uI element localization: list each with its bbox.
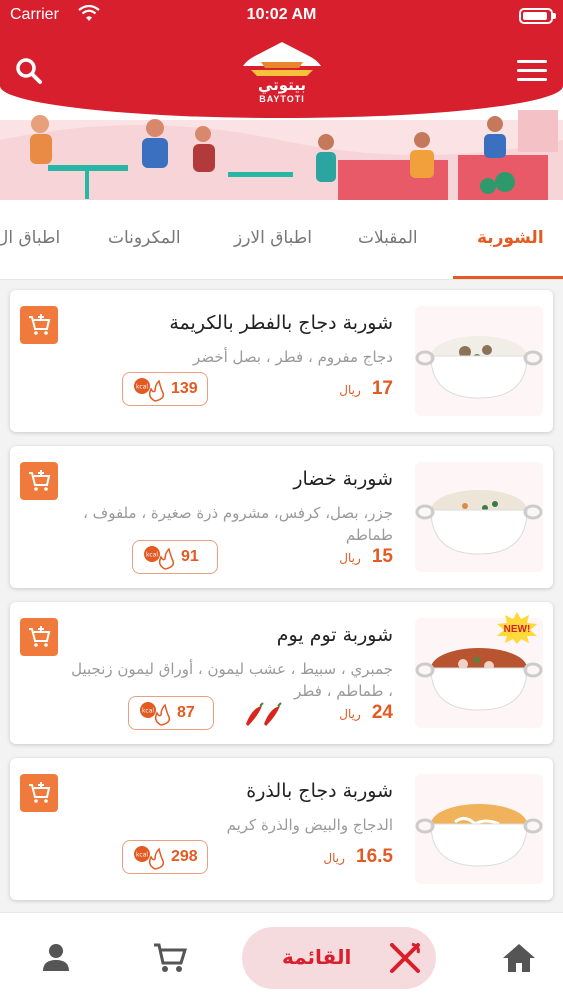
menu-item-card[interactable]: NEW! شوربة توم يوم جمبري ، سبيط ، عشب لي… — [10, 602, 553, 744]
tab-rice-dishes[interactable]: اطباق الارز — [234, 228, 312, 248]
calorie-badge: kcal 91 — [132, 540, 218, 574]
pagoda-roof-icon — [243, 42, 321, 76]
menu-item-card[interactable]: شوربة دجاج بالذرة الدجاج والبيض والذرة ك… — [10, 758, 553, 900]
svg-text:kcal: kcal — [142, 708, 154, 715]
item-name: شوربة دجاج بالفطر بالكريمة — [169, 312, 393, 334]
item-price: 16.5 — [356, 846, 393, 867]
profile-button[interactable] — [40, 941, 72, 975]
add-cart-icon — [29, 470, 51, 491]
bottom-navigation: القائمة — [0, 912, 563, 1000]
soup-bowl-image — [415, 306, 543, 416]
add-cart-icon — [29, 314, 51, 335]
item-kcal: 139 — [171, 380, 198, 397]
calorie-badge: kcal 298 — [122, 840, 208, 874]
menu-item-list: شوربة دجاج بالفطر بالكريمة دجاج مفروم ، … — [0, 280, 563, 912]
profile-icon — [43, 944, 69, 971]
item-price-group: 17 ريال — [339, 378, 393, 400]
svg-text:kcal: kcal — [146, 552, 158, 559]
item-kcal: 298 — [171, 848, 198, 865]
item-name: شوربة خضار — [293, 468, 393, 490]
item-description: دجاج مفروم ، فطر ، بصل أخضر — [193, 348, 393, 366]
search-button[interactable] — [14, 56, 46, 88]
calorie-badge: kcal 139 — [122, 372, 208, 406]
menu-item-card[interactable]: شوربة خضار جزر، بصل، كرفس، مشروم ذرة صغي… — [10, 446, 553, 588]
item-price-group: 15 ريال — [339, 546, 393, 568]
spicy-chili-icon — [246, 702, 282, 726]
item-description: جزر، بصل، كرفس، مشروم ذرة صغيرة ، ملفوف … — [83, 504, 393, 544]
home-icon — [503, 944, 535, 972]
tab-pasta[interactable]: المكرونات — [108, 228, 181, 248]
soup-bowl-icon — [415, 336, 543, 399]
tab-soups[interactable]: الشوربة — [477, 228, 544, 248]
cart-button[interactable] — [152, 941, 188, 975]
menu-tab-button[interactable]: القائمة — [242, 927, 436, 989]
restaurant-illustration — [0, 110, 563, 200]
svg-text:NEW!: NEW! — [504, 624, 531, 635]
tab-dishes[interactable]: اطباق ال — [0, 228, 60, 248]
soup-bowl-image — [415, 462, 543, 572]
flame-kcal-icon: kcal — [144, 546, 175, 570]
flame-kcal-icon: kcal — [140, 702, 171, 726]
flame-kcal-icon: kcal — [134, 846, 165, 870]
hamburger-line — [517, 60, 547, 63]
calorie-badge: kcal 87 — [128, 696, 214, 730]
menu-item-card[interactable]: شوربة دجاج بالفطر بالكريمة دجاج مفروم ، … — [10, 290, 553, 432]
item-currency: ريال — [323, 851, 345, 865]
search-icon — [16, 58, 42, 84]
hamburger-line — [517, 69, 547, 72]
hamburger-menu-button[interactable] — [517, 60, 547, 84]
soup-bowl-icon — [415, 490, 543, 555]
item-price: 24 — [371, 702, 393, 723]
soup-bowl-image — [415, 774, 543, 884]
active-tab-indicator — [453, 276, 563, 279]
flame-kcal-icon: kcal — [134, 378, 165, 402]
item-price-group: 24 ريال — [339, 702, 393, 724]
fork-knife-icon — [390, 942, 420, 973]
item-price: 15 — [371, 546, 393, 567]
item-kcal: 87 — [177, 704, 195, 721]
add-cart-icon — [29, 626, 51, 647]
item-currency: ريال — [339, 551, 361, 565]
new-badge-icon: NEW! — [497, 612, 537, 644]
cart-icon — [154, 943, 188, 972]
tab-appetizers[interactable]: المقبلات — [358, 228, 418, 248]
item-name: شوربة توم يوم — [276, 624, 393, 646]
item-currency: ريال — [339, 383, 361, 397]
item-description: جمبري ، سبيط ، عشب ليمون ، أوراق ليمون ز… — [71, 660, 393, 700]
battery-icon — [519, 8, 556, 24]
item-name: شوربة دجاج بالذرة — [246, 780, 393, 802]
add-to-cart-button[interactable] — [20, 306, 58, 344]
app-header: Carrier 10:02 AM بيتوتي BAYTOTI — [0, 0, 563, 200]
status-time: 10:02 AM — [246, 6, 317, 23]
item-kcal: 91 — [181, 548, 199, 565]
item-price: 17 — [371, 378, 393, 399]
home-button[interactable] — [500, 941, 538, 975]
item-description: الدجاج والبيض والذرة كريم — [226, 816, 393, 834]
svg-text:kcal: kcal — [136, 384, 148, 391]
category-tabs: الشوربة المقبلات اطباق الارز المكرونات ا… — [0, 200, 563, 280]
status-bar: Carrier 10:02 AM — [0, 0, 563, 30]
add-to-cart-button[interactable] — [20, 462, 58, 500]
item-price-group: 16.5 ريال — [323, 846, 393, 868]
svg-text:kcal: kcal — [136, 852, 148, 859]
add-to-cart-button[interactable] — [20, 774, 58, 812]
menu-tab-label: القائمة — [282, 945, 352, 969]
item-currency: ريال — [339, 707, 361, 721]
add-to-cart-button[interactable] — [20, 618, 58, 656]
soup-bowl-icon — [415, 804, 543, 867]
hamburger-line — [517, 78, 547, 81]
add-cart-icon — [29, 782, 51, 803]
